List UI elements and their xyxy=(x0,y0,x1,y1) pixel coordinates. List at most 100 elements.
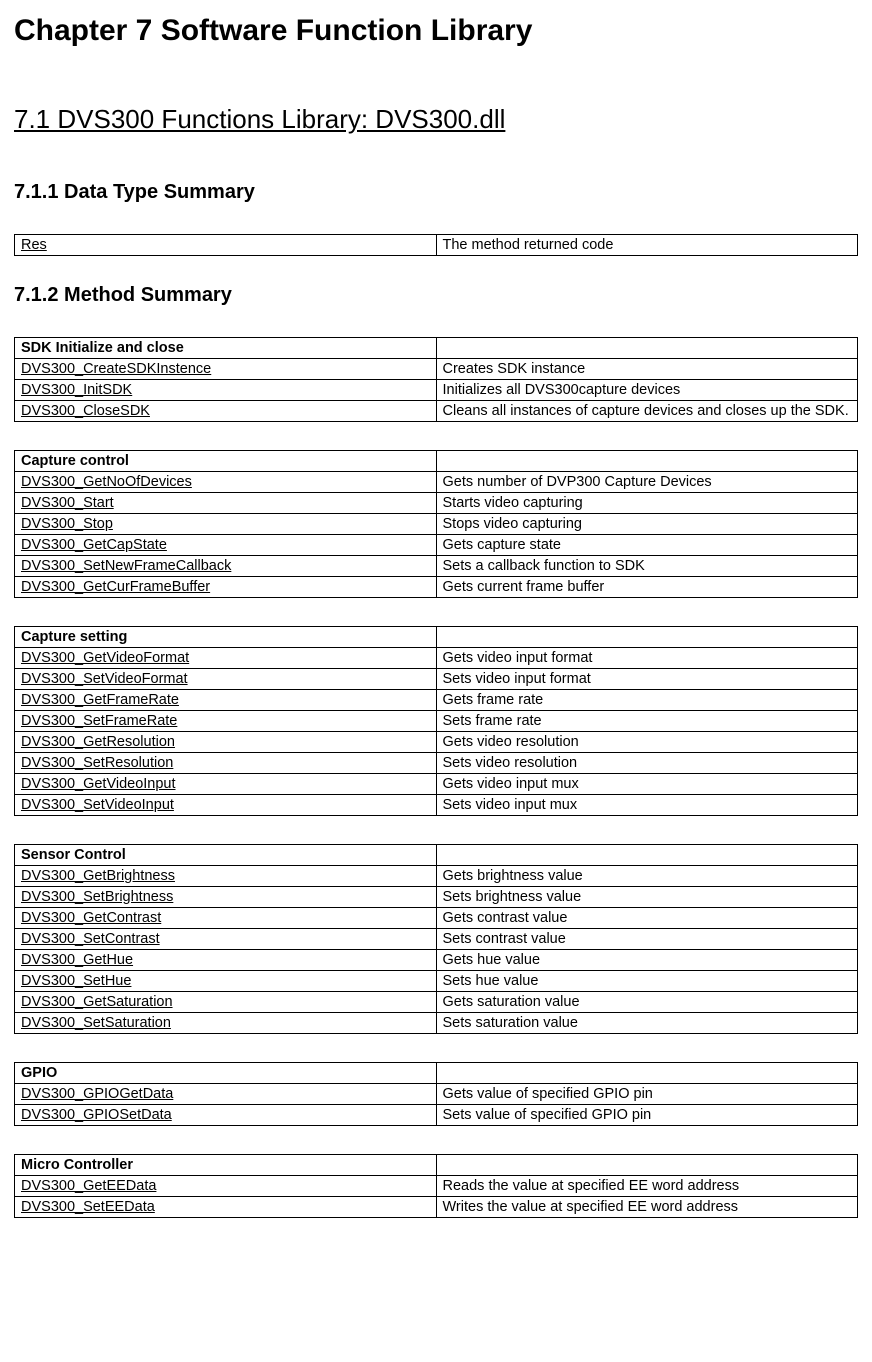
method-name-link[interactable]: DVS300_GetFrameRate xyxy=(15,690,437,711)
table-row: DVS300_GetEEDataReads the value at speci… xyxy=(15,1176,858,1197)
method-desc: Gets hue value xyxy=(436,950,858,971)
method-summary-table: Capture controlDVS300_GetNoOfDevicesGets… xyxy=(14,450,858,598)
method-name-link[interactable]: DVS300_GetCapState xyxy=(15,535,437,556)
method-name-link[interactable]: DVS300_GetCurFrameBuffer xyxy=(15,577,437,598)
method-desc: Gets video input format xyxy=(436,648,858,669)
method-name-link[interactable]: DVS300_SetSaturation xyxy=(15,1013,437,1034)
table-row: DVS300_InitSDKInitializes all DVS300capt… xyxy=(15,380,858,401)
table-row: DVS300_SetEEDataWrites the value at spec… xyxy=(15,1197,858,1218)
section-7-1-2-title: 7.1.2 Method Summary xyxy=(14,284,858,307)
table-row: DVS300_CreateSDKInstenceCreates SDK inst… xyxy=(15,359,858,380)
table-section-header: GPIO xyxy=(15,1063,437,1084)
table-section-header: SDK Initialize and close xyxy=(15,338,437,359)
table-row: DVS300_SetFrameRateSets frame rate xyxy=(15,711,858,732)
method-desc: Sets video input mux xyxy=(436,795,858,816)
table-row: DVS300_GPIOSetDataSets value of specifie… xyxy=(15,1105,858,1126)
method-desc: Sets video input format xyxy=(436,669,858,690)
method-desc: Stops video capturing xyxy=(436,514,858,535)
method-name-link[interactable]: DVS300_SetHue xyxy=(15,971,437,992)
table-row: DVS300_SetVideoFormatSets video input fo… xyxy=(15,669,858,690)
method-name-link[interactable]: DVS300_Stop xyxy=(15,514,437,535)
table-row: DVS300_StopStops video capturing xyxy=(15,514,858,535)
method-name-link[interactable]: DVS300_GPIOSetData xyxy=(15,1105,437,1126)
table-row: DVS300_GetResolutionGets video resolutio… xyxy=(15,732,858,753)
method-name-link[interactable]: DVS300_GetResolution xyxy=(15,732,437,753)
table-section-header: Capture control xyxy=(15,451,437,472)
method-name-link[interactable]: DVS300_SetVideoFormat xyxy=(15,669,437,690)
method-name-link[interactable]: DVS300_CloseSDK xyxy=(15,401,437,422)
table-section-header-empty xyxy=(436,845,858,866)
data-type-summary-table: ResThe method returned code xyxy=(14,234,858,256)
method-summary-table: Capture settingDVS300_GetVideoFormatGets… xyxy=(14,626,858,816)
method-desc: Sets a callback function to SDK xyxy=(436,556,858,577)
method-desc: Sets contrast value xyxy=(436,929,858,950)
table-row: DVS300_GetContrastGets contrast value xyxy=(15,908,858,929)
method-desc: Starts video capturing xyxy=(436,493,858,514)
table-row: DVS300_GetBrightnessGets brightness valu… xyxy=(15,866,858,887)
method-name-link[interactable]: DVS300_SetBrightness xyxy=(15,887,437,908)
method-desc: Initializes all DVS300capture devices xyxy=(436,380,858,401)
table-row: DVS300_GetNoOfDevicesGets number of DVP3… xyxy=(15,472,858,493)
method-desc: Reads the value at specified EE word add… xyxy=(436,1176,858,1197)
table-section-header: Micro Controller xyxy=(15,1155,437,1176)
table-row: DVS300_GPIOGetDataGets value of specifie… xyxy=(15,1084,858,1105)
section-7-1-1-title: 7.1.1 Data Type Summary xyxy=(14,181,858,204)
table-row: DVS300_GetVideoFormatGets video input fo… xyxy=(15,648,858,669)
method-name-link[interactable]: DVS300_GetNoOfDevices xyxy=(15,472,437,493)
table-section-header-empty xyxy=(436,627,858,648)
table-row: DVS300_SetHueSets hue value xyxy=(15,971,858,992)
table-row: DVS300_CloseSDKCleans all instances of c… xyxy=(15,401,858,422)
method-name-link[interactable]: DVS300_SetEEData xyxy=(15,1197,437,1218)
method-desc: Gets saturation value xyxy=(436,992,858,1013)
method-name-link[interactable]: DVS300_SetFrameRate xyxy=(15,711,437,732)
method-name-link[interactable]: DVS300_GetContrast xyxy=(15,908,437,929)
table-row: DVS300_GetCapStateGets capture state xyxy=(15,535,858,556)
method-desc: Creates SDK instance xyxy=(436,359,858,380)
method-name-link[interactable]: DVS300_SetVideoInput xyxy=(15,795,437,816)
table-section-header-empty xyxy=(436,1063,858,1084)
method-name-link[interactable]: DVS300_GPIOGetData xyxy=(15,1084,437,1105)
method-desc: Gets value of specified GPIO pin xyxy=(436,1084,858,1105)
method-desc: Sets video resolution xyxy=(436,753,858,774)
table-section-header-empty xyxy=(436,338,858,359)
method-summary-table: GPIODVS300_GPIOGetDataGets value of spec… xyxy=(14,1062,858,1126)
method-desc: Gets number of DVP300 Capture Devices xyxy=(436,472,858,493)
method-summary-table: SDK Initialize and closeDVS300_CreateSDK… xyxy=(14,337,858,422)
method-desc: Sets saturation value xyxy=(436,1013,858,1034)
table-row: DVS300_SetNewFrameCallbackSets a callbac… xyxy=(15,556,858,577)
table-header-row: Micro Controller xyxy=(15,1155,858,1176)
method-name-link[interactable]: DVS300_SetResolution xyxy=(15,753,437,774)
chapter-title: Chapter 7 Software Function Library xyxy=(14,14,858,48)
method-name-link[interactable]: DVS300_Start xyxy=(15,493,437,514)
table-row: DVS300_GetHueGets hue value xyxy=(15,950,858,971)
table-row: ResThe method returned code xyxy=(15,235,858,256)
data-type-name[interactable]: Res xyxy=(15,235,437,256)
method-name-link[interactable]: DVS300_GetEEData xyxy=(15,1176,437,1197)
method-desc: Gets video resolution xyxy=(436,732,858,753)
method-desc: Gets contrast value xyxy=(436,908,858,929)
method-desc: Gets current frame buffer xyxy=(436,577,858,598)
method-name-link[interactable]: DVS300_InitSDK xyxy=(15,380,437,401)
method-name-link[interactable]: DVS300_GetHue xyxy=(15,950,437,971)
method-name-link[interactable]: DVS300_GetVideoFormat xyxy=(15,648,437,669)
table-row: DVS300_GetSaturationGets saturation valu… xyxy=(15,992,858,1013)
method-desc: Sets hue value xyxy=(436,971,858,992)
method-name-link[interactable]: DVS300_SetNewFrameCallback xyxy=(15,556,437,577)
table-section-header-empty xyxy=(436,451,858,472)
method-name-link[interactable]: DVS300_GetSaturation xyxy=(15,992,437,1013)
method-name-link[interactable]: DVS300_GetBrightness xyxy=(15,866,437,887)
method-desc: Sets value of specified GPIO pin xyxy=(436,1105,858,1126)
table-section-header: Capture setting xyxy=(15,627,437,648)
method-name-link[interactable]: DVS300_CreateSDKInstence xyxy=(15,359,437,380)
method-desc: Gets capture state xyxy=(436,535,858,556)
table-row: DVS300_SetBrightnessSets brightness valu… xyxy=(15,887,858,908)
data-type-desc: The method returned code xyxy=(436,235,858,256)
table-header-row: SDK Initialize and close xyxy=(15,338,858,359)
method-name-link[interactable]: DVS300_SetContrast xyxy=(15,929,437,950)
table-row: DVS300_GetFrameRateGets frame rate xyxy=(15,690,858,711)
method-desc: Sets brightness value xyxy=(436,887,858,908)
table-row: DVS300_StartStarts video capturing xyxy=(15,493,858,514)
method-name-link[interactable]: DVS300_GetVideoInput xyxy=(15,774,437,795)
method-desc: Sets frame rate xyxy=(436,711,858,732)
method-summary-table: Sensor ControlDVS300_GetBrightnessGets b… xyxy=(14,844,858,1034)
